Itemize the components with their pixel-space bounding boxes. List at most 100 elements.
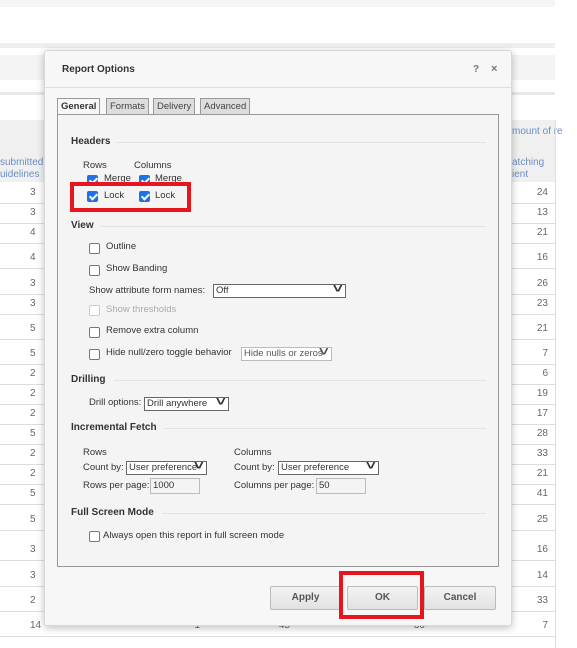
show-banding-checkbox[interactable] xyxy=(89,265,100,276)
apply-button[interactable]: Apply xyxy=(270,586,341,610)
title-divider xyxy=(45,87,511,88)
always-full-screen-label[interactable]: Always open this report in full screen m… xyxy=(103,530,284,541)
grid-cell: 3 xyxy=(30,544,36,555)
tab-delivery[interactable]: Delivery xyxy=(153,98,196,115)
show-thresholds-label: Show thresholds xyxy=(106,304,177,315)
grid-cell: 14 xyxy=(30,620,42,631)
grid-cell: 16 xyxy=(536,252,548,263)
grid-cell: 2 xyxy=(30,595,36,606)
grid-cell: 3 xyxy=(30,187,36,198)
grid-cell: 2 xyxy=(30,408,36,419)
grid-cell: 5 xyxy=(30,514,36,525)
grid-cell: 3 xyxy=(30,207,36,218)
grid-cell: 17 xyxy=(536,408,548,419)
left-header-line1: submitted xyxy=(0,157,44,168)
show-thresholds-checkbox xyxy=(89,305,100,316)
remove-extra-column-checkbox[interactable] xyxy=(89,327,100,338)
lock-highlight-box xyxy=(70,182,191,212)
rows-per-page-input[interactable]: 1000 xyxy=(150,478,200,494)
top-bar xyxy=(0,0,555,7)
chevron-down-icon: ˅ xyxy=(366,458,377,473)
incremental-fetch-section-title: Incremental Fetch xyxy=(71,422,157,433)
dialog-title: Report Options xyxy=(62,64,135,75)
grid-line xyxy=(0,636,555,637)
grid-cell: 5 xyxy=(30,323,36,334)
cancel-button[interactable]: Cancel xyxy=(424,586,496,610)
tab-advanced[interactable]: Advanced xyxy=(200,98,251,115)
columns-per-page-input[interactable]: 50 xyxy=(316,478,366,494)
right-header[interactable]: atching ient xyxy=(512,157,544,181)
grid-cell: 25 xyxy=(536,514,548,525)
select-value: User preference xyxy=(281,462,350,473)
tab-formats[interactable]: Formats xyxy=(106,98,149,115)
grid-cell: 5 xyxy=(30,488,36,499)
columns-count-by-label: Count by: xyxy=(234,462,275,473)
attribute-form-names-select[interactable]: Off ˅ xyxy=(213,282,346,298)
toolbar-divider xyxy=(0,43,555,48)
grid-cell: 28 xyxy=(536,428,548,439)
chevron-down-icon: ˅ xyxy=(194,458,205,473)
select-value: User preference xyxy=(129,462,198,473)
grid-cell: 7 xyxy=(542,620,548,631)
headers-section-title: Headers xyxy=(71,136,111,147)
left-header[interactable]: submitted uidelines xyxy=(0,157,43,181)
hide-null-label[interactable]: Hide null/zero toggle behavior xyxy=(106,347,232,358)
view-section-title: View xyxy=(71,220,94,231)
grid-cell: 21 xyxy=(536,227,548,238)
left-header-line2: uidelines xyxy=(0,169,40,180)
grid-cell: 3 xyxy=(30,570,36,581)
grid-cell: 24 xyxy=(536,187,548,198)
divider xyxy=(162,513,486,514)
always-full-screen-checkbox[interactable] xyxy=(89,531,100,542)
grid-cell: 13 xyxy=(536,207,548,218)
hide-null-checkbox[interactable] xyxy=(89,349,100,360)
grid-cell: 7 xyxy=(542,348,548,359)
grid-cell: 41 xyxy=(536,488,548,499)
grid-cell: 23 xyxy=(536,298,548,309)
columns-count-by-select[interactable]: User preference ˅ xyxy=(278,458,379,475)
rows-label: Rows xyxy=(83,160,107,171)
drill-options-label: Drill options: xyxy=(89,397,142,408)
outline-checkbox[interactable] xyxy=(89,243,100,254)
grid-cell: 3 xyxy=(30,298,36,309)
columns-per-page-label: Columns per page: xyxy=(234,480,315,491)
rows-count-by-select[interactable]: User preference ˅ xyxy=(126,458,207,475)
grid-cell: 4 xyxy=(30,252,36,263)
grid-edge xyxy=(555,120,556,648)
select-value: Off xyxy=(216,285,229,296)
right-header-line1: atching xyxy=(512,157,545,168)
report-options-dialog: Report Options ? × General Formats Deliv… xyxy=(44,50,512,626)
fetch-columns-label: Columns xyxy=(234,447,272,458)
remove-extra-column-label[interactable]: Remove extra column xyxy=(106,325,198,336)
grid-cell: 2 xyxy=(30,448,36,459)
help-icon[interactable]: ? xyxy=(473,64,479,75)
grid-cell: 4 xyxy=(30,227,36,238)
rows-count-by-label: Count by: xyxy=(83,462,124,473)
show-banding-label[interactable]: Show Banding xyxy=(106,263,167,274)
attribute-form-names-label: Show attribute form names: xyxy=(89,285,206,296)
grid-cell: 33 xyxy=(536,595,548,606)
grid-cell: 14 xyxy=(536,570,548,581)
full-screen-section-title: Full Screen Mode xyxy=(71,507,154,518)
chevron-down-icon: ˅ xyxy=(216,394,227,409)
grid-cell: 33 xyxy=(536,448,548,459)
drilling-section-title: Drilling xyxy=(71,374,106,385)
outline-label[interactable]: Outline xyxy=(106,241,136,252)
rows-per-page-label: Rows per page: xyxy=(83,480,150,491)
close-icon[interactable]: × xyxy=(491,63,497,75)
grid-cell: 21 xyxy=(536,323,548,334)
grid-cell: 26 xyxy=(536,278,548,289)
grid-cell: 5 xyxy=(30,428,36,439)
select-value: Hide nulls or zeros xyxy=(244,348,323,359)
columns-label: Columns xyxy=(134,160,172,171)
hide-null-select[interactable]: Hide nulls or zeros ˅ xyxy=(241,344,332,361)
right-header-line2: ient xyxy=(512,169,529,180)
grid-cell: 21 xyxy=(536,468,548,479)
grid-cell: 16 xyxy=(536,544,548,555)
select-value: Drill anywhere xyxy=(147,398,208,409)
grid-cell: 2 xyxy=(30,468,36,479)
grid-cell: 5 xyxy=(30,348,36,359)
divider xyxy=(165,428,486,429)
drill-options-select[interactable]: Drill anywhere ˅ xyxy=(144,394,229,411)
chevron-down-icon: ˅ xyxy=(319,344,330,359)
